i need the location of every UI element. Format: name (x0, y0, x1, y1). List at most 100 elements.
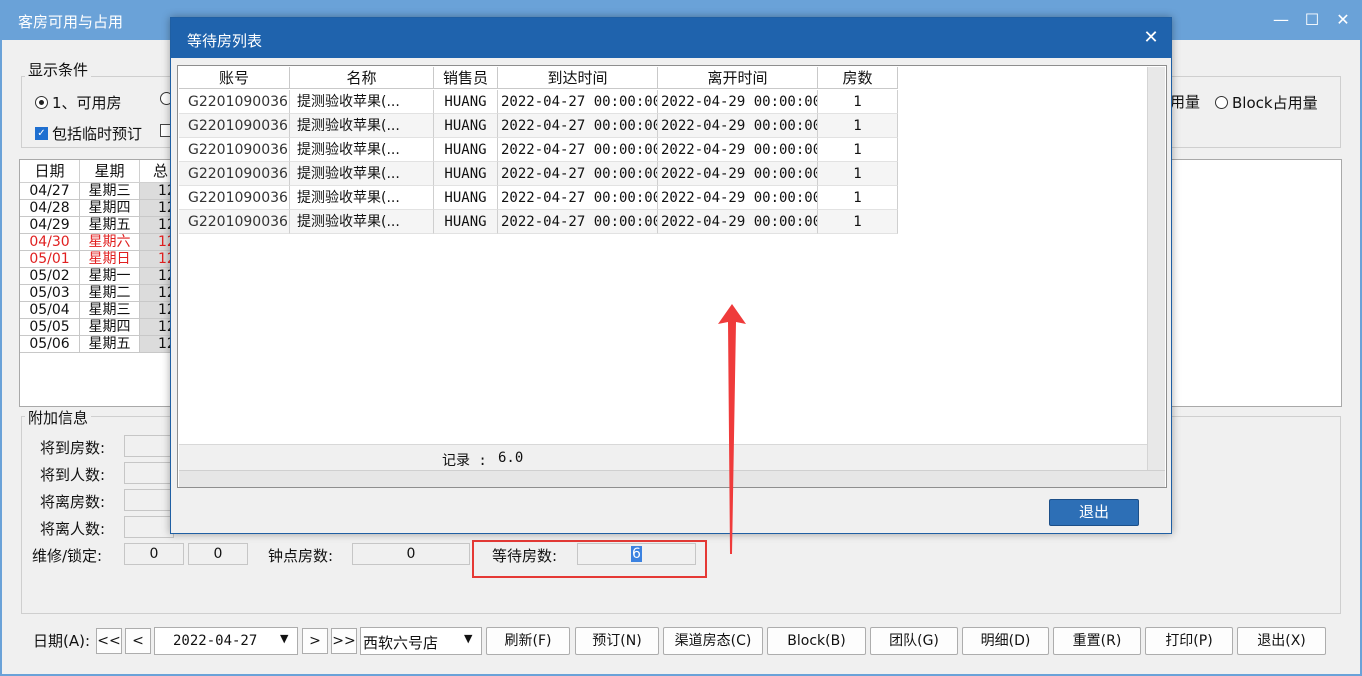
cell-weekday: 星期二 (80, 285, 140, 302)
waiting-rooms-grid[interactable]: 账号 名称 销售员 到达时间 离开时间 房数 G2201090036 提测验收苹果(... H… (177, 65, 1167, 488)
prev-page-button[interactable]: < (125, 628, 151, 654)
cell-name: 提测验收苹果(... (290, 210, 434, 234)
additional-info-label: 附加信息 (25, 407, 92, 428)
cell-date: 04/30 (20, 234, 80, 251)
vertical-scrollbar[interactable] (1147, 67, 1165, 470)
cell-name: 提测验收苹果(... (290, 138, 434, 162)
departing-rooms-field (124, 489, 174, 511)
col-header-weekday[interactable]: 星期 (80, 160, 140, 183)
cell-date: 04/27 (20, 183, 80, 200)
cell-salesperson: HUANG (434, 162, 498, 186)
cell-arrival-time: 2022-04-27 00:00:00 (498, 114, 658, 138)
horizontal-scrollbar[interactable] (179, 470, 1165, 487)
arriving-people-label: 将到人数: (40, 466, 106, 484)
col-header-room-count[interactable]: 房数 (818, 67, 898, 89)
col-header-name[interactable]: 名称 (290, 67, 434, 89)
cell-weekday: 星期一 (80, 268, 140, 285)
hourly-rooms-field: 0 (352, 543, 470, 565)
temp-booking-checkbox[interactable]: ✓ 包括临时预订 (35, 123, 142, 144)
dialog-title: 等待房列表 (187, 32, 263, 50)
col-header-date[interactable]: 日期 (20, 160, 80, 183)
cell-name: 提测验收苹果(... (290, 114, 434, 138)
cell-departure-time: 2022-04-29 00:00:00 (658, 186, 818, 210)
radio-selected-icon[interactable] (35, 96, 48, 109)
cell-weekday: 星期五 (80, 217, 140, 234)
cell-date: 05/01 (20, 251, 80, 268)
cell-room-count: 1 (818, 210, 898, 234)
checkbox-checked-icon[interactable]: ✓ (35, 127, 48, 140)
cell-arrival-time: 2022-04-27 00:00:00 (498, 138, 658, 162)
col-header-salesperson[interactable]: 销售员 (434, 67, 498, 89)
cell-name: 提测验收苹果(... (290, 162, 434, 186)
cell-weekday: 星期五 (80, 336, 140, 353)
cell-departure-time: 2022-04-29 00:00:00 (658, 90, 818, 114)
radio-block-option[interactable]: Block占用量 (1215, 92, 1318, 113)
cell-date: 05/03 (20, 285, 80, 302)
date-picker[interactable]: 2022-04-27 ▼ (154, 627, 298, 655)
close-window-icon[interactable]: ✕ (1328, 8, 1358, 32)
cell-arrival-time: 2022-04-27 00:00:00 (498, 210, 658, 234)
radio-available-option[interactable]: 1、可用房 (35, 92, 122, 113)
hourly-rooms-label: 钟点房数: (268, 547, 334, 565)
minimize-icon[interactable]: — (1266, 8, 1296, 32)
cell-departure-time: 2022-04-29 00:00:00 (658, 162, 818, 186)
first-page-button[interactable]: << (96, 628, 122, 654)
reset-button[interactable]: 重置(R) (1053, 627, 1141, 655)
cell-date: 05/05 (20, 319, 80, 336)
cell-departure-time: 2022-04-29 00:00:00 (658, 138, 818, 162)
locked-field: 0 (188, 543, 248, 565)
cell-arrival-time: 2022-04-27 00:00:00 (498, 162, 658, 186)
availability-table-right (1170, 159, 1342, 407)
cell-arrival-time: 2022-04-27 00:00:00 (498, 186, 658, 210)
store-select-value: 西软六号店 (363, 634, 439, 652)
cell-room-count: 1 (818, 138, 898, 162)
cell-date: 04/29 (20, 217, 80, 234)
maximize-icon[interactable]: ☐ (1297, 8, 1327, 32)
block-button[interactable]: Block(B) (767, 627, 866, 655)
cell-account: G2201090036 (179, 186, 290, 210)
arriving-rooms-field (124, 435, 174, 457)
temp-booking-label: 包括临时预订 (52, 125, 143, 143)
cell-salesperson: HUANG (434, 138, 498, 162)
group-button[interactable]: 团队(G) (870, 627, 958, 655)
window-title: 客房可用与占用 (18, 13, 124, 31)
refresh-button[interactable]: 刷新(F) (486, 627, 570, 655)
radio-block-label: Block占用量 (1232, 94, 1318, 112)
cell-account: G2201090036 (179, 162, 290, 186)
display-conditions-label: 显示条件 (25, 59, 92, 80)
cell-date: 05/04 (20, 302, 80, 319)
cell-room-count: 1 (818, 186, 898, 210)
col-header-arrival-time[interactable]: 到达时间 (498, 67, 658, 89)
col-header-departure-time[interactable]: 离开时间 (658, 67, 818, 89)
dropdown-arrow-icon[interactable]: ▼ (464, 632, 472, 645)
date-label: 日期(A): (33, 632, 91, 650)
channel-status-button[interactable]: 渠道房态(C) (663, 627, 763, 655)
detail-button[interactable]: 明细(D) (962, 627, 1049, 655)
store-select[interactable]: 西软六号店 ▼ (360, 627, 482, 655)
cell-arrival-time: 2022-04-27 00:00:00 (498, 90, 658, 114)
cell-room-count: 1 (818, 90, 898, 114)
departing-people-label: 将离人数: (40, 520, 106, 538)
next-page-button[interactable]: > (302, 628, 328, 654)
cell-departure-time: 2022-04-29 00:00:00 (658, 114, 818, 138)
cell-weekday: 星期日 (80, 251, 140, 268)
col-header-account[interactable]: 账号 (179, 67, 290, 89)
last-page-button[interactable]: >> (331, 628, 357, 654)
dropdown-arrow-icon[interactable]: ▼ (280, 632, 288, 645)
exit-button[interactable]: 退出(X) (1237, 627, 1326, 655)
dialog-titlebar: 等待房列表 ✕ (171, 18, 1171, 58)
cell-departure-time: 2022-04-29 00:00:00 (658, 210, 818, 234)
maintenance-label: 维修/锁定: (32, 547, 103, 565)
maintenance-field: 0 (124, 543, 184, 565)
print-button[interactable]: 打印(P) (1145, 627, 1233, 655)
close-icon[interactable]: ✕ (1139, 27, 1163, 49)
record-count-label: 记录 : (442, 453, 487, 469)
cell-weekday: 星期六 (80, 234, 140, 251)
booking-button[interactable]: 预订(N) (575, 627, 659, 655)
radio-unselected-icon[interactable] (1215, 96, 1228, 109)
record-count-value: 6.0 (498, 450, 524, 466)
cell-account: G2201090036 (179, 138, 290, 162)
cell-weekday: 星期三 (80, 302, 140, 319)
cell-name: 提测验收苹果(... (290, 90, 434, 114)
dialog-exit-button[interactable]: 退出 (1049, 499, 1139, 526)
